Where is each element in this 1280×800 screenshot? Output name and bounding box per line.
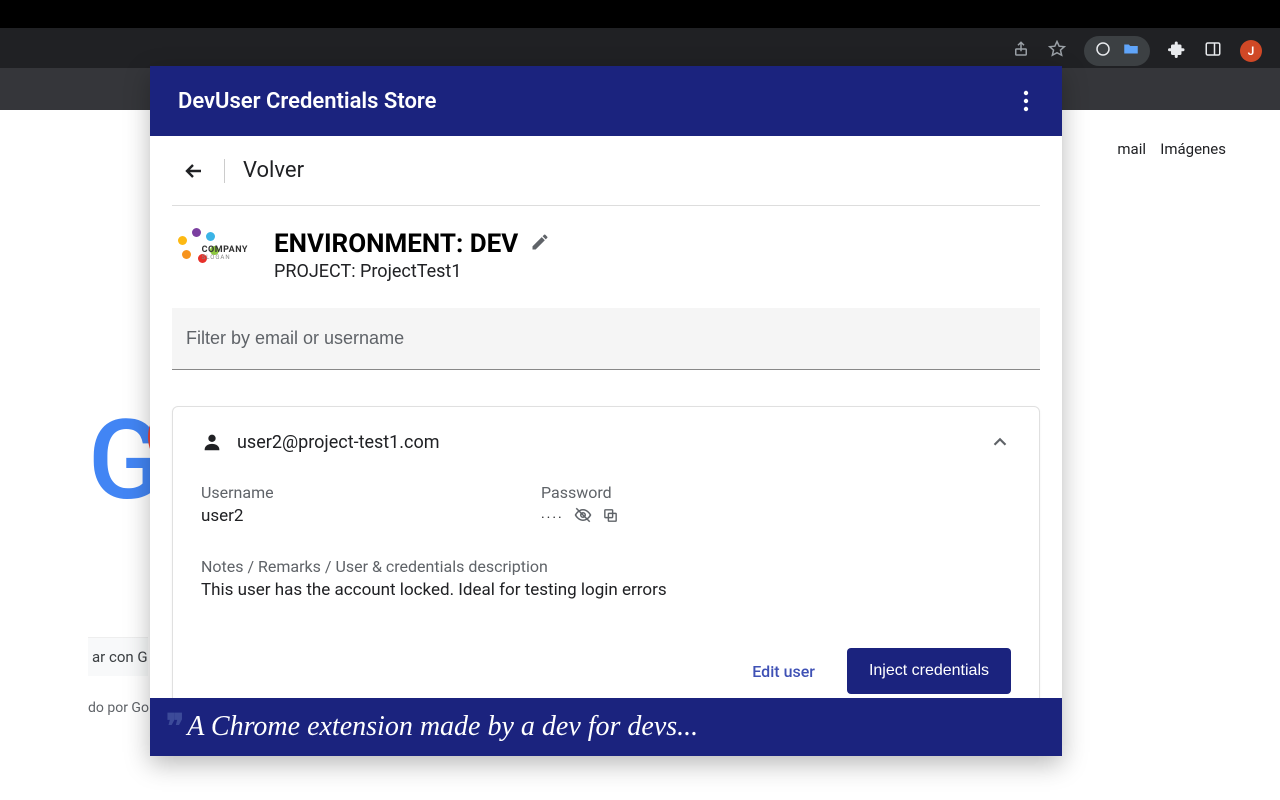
browser-window-top bbox=[0, 0, 1280, 28]
filter-container bbox=[172, 308, 1040, 370]
filter-input[interactable] bbox=[172, 308, 1040, 370]
back-label: Volver bbox=[243, 158, 304, 183]
company-logo-text: COMPANY SLOGAN bbox=[202, 246, 248, 261]
google-logo-fragment: G bbox=[88, 396, 159, 525]
notes-value: This user has the account locked. Ideal … bbox=[201, 580, 1011, 600]
bookmark-star-icon[interactable] bbox=[1048, 40, 1066, 62]
kebab-icon bbox=[1023, 90, 1029, 112]
edit-user-button[interactable]: Edit user bbox=[748, 654, 819, 689]
password-masked: ···· bbox=[541, 510, 564, 526]
environment-title: ENVIRONMENT: DEV bbox=[274, 229, 518, 259]
copy-password-button[interactable] bbox=[602, 507, 619, 529]
inject-credentials-button[interactable]: Inject credentials bbox=[847, 648, 1011, 694]
eye-off-icon bbox=[574, 506, 592, 524]
password-label: Password bbox=[541, 483, 821, 502]
extension-circle-icon[interactable] bbox=[1094, 40, 1112, 62]
card-actions: Edit user Inject credentials bbox=[201, 648, 1011, 694]
username-value: user2 bbox=[201, 506, 481, 526]
environment-header-row: COMPANY SLOGAN ENVIRONMENT: DEV PROJECT:… bbox=[172, 206, 1040, 294]
side-panel-icon[interactable] bbox=[1204, 40, 1222, 62]
notes-label: Notes / Remarks / User & credentials des… bbox=[201, 557, 1011, 576]
chevron-up-icon bbox=[989, 431, 1011, 453]
extension-popup: DevUser Credentials Store Volver COMPANY… bbox=[150, 66, 1062, 756]
copy-icon bbox=[602, 507, 619, 524]
extensions-puzzle-icon[interactable] bbox=[1168, 40, 1186, 62]
quote-icon: ❞ bbox=[166, 717, 181, 737]
arrow-left-icon bbox=[182, 159, 206, 183]
card-header[interactable]: user2@project-test1.com bbox=[201, 431, 1011, 453]
password-value-row: ···· bbox=[541, 506, 821, 529]
google-search-button-fragment: ar con G bbox=[88, 637, 148, 676]
user-icon bbox=[201, 431, 223, 453]
share-icon[interactable] bbox=[1012, 40, 1030, 62]
project-line: PROJECT: ProjectTest1 bbox=[274, 261, 1040, 282]
extension-pinned-group bbox=[1084, 36, 1150, 66]
browser-toolbar-icons: J bbox=[1012, 36, 1262, 66]
extension-folder-icon[interactable] bbox=[1122, 40, 1140, 62]
back-divider bbox=[224, 159, 225, 183]
back-button[interactable]: Volver bbox=[172, 136, 1040, 206]
popup-title: DevUser Credentials Store bbox=[178, 89, 436, 114]
profile-avatar[interactable]: J bbox=[1240, 40, 1262, 62]
password-field: Password ···· bbox=[541, 483, 821, 529]
edit-environment-button[interactable] bbox=[530, 232, 550, 256]
username-label: Username bbox=[201, 483, 481, 502]
company-logo: COMPANY SLOGAN bbox=[178, 228, 246, 282]
popup-footer: ❞ A Chrome extension made by a dev for d… bbox=[150, 698, 1062, 756]
pencil-icon bbox=[530, 232, 550, 252]
card-fields: Username user2 Password ···· bbox=[201, 483, 1011, 529]
credential-card: user2@project-test1.com Username user2 P… bbox=[172, 406, 1040, 698]
footer-tagline: A Chrome extension made by a dev for dev… bbox=[187, 711, 698, 743]
username-field: Username user2 bbox=[201, 483, 481, 529]
toggle-password-visibility[interactable] bbox=[574, 506, 592, 529]
card-email: user2@project-test1.com bbox=[237, 432, 440, 453]
google-mail-link-fragment[interactable]: mail bbox=[1117, 140, 1146, 158]
popup-menu-button[interactable] bbox=[1012, 87, 1040, 115]
google-offered-text-fragment: do por Go bbox=[88, 700, 149, 716]
popup-header: DevUser Credentials Store bbox=[150, 66, 1062, 136]
popup-body: Volver COMPANY SLOGAN ENVIRONMENT: DEV bbox=[150, 136, 1062, 698]
environment-info: ENVIRONMENT: DEV PROJECT: ProjectTest1 bbox=[274, 229, 1040, 282]
google-images-link[interactable]: Imágenes bbox=[1160, 140, 1226, 158]
